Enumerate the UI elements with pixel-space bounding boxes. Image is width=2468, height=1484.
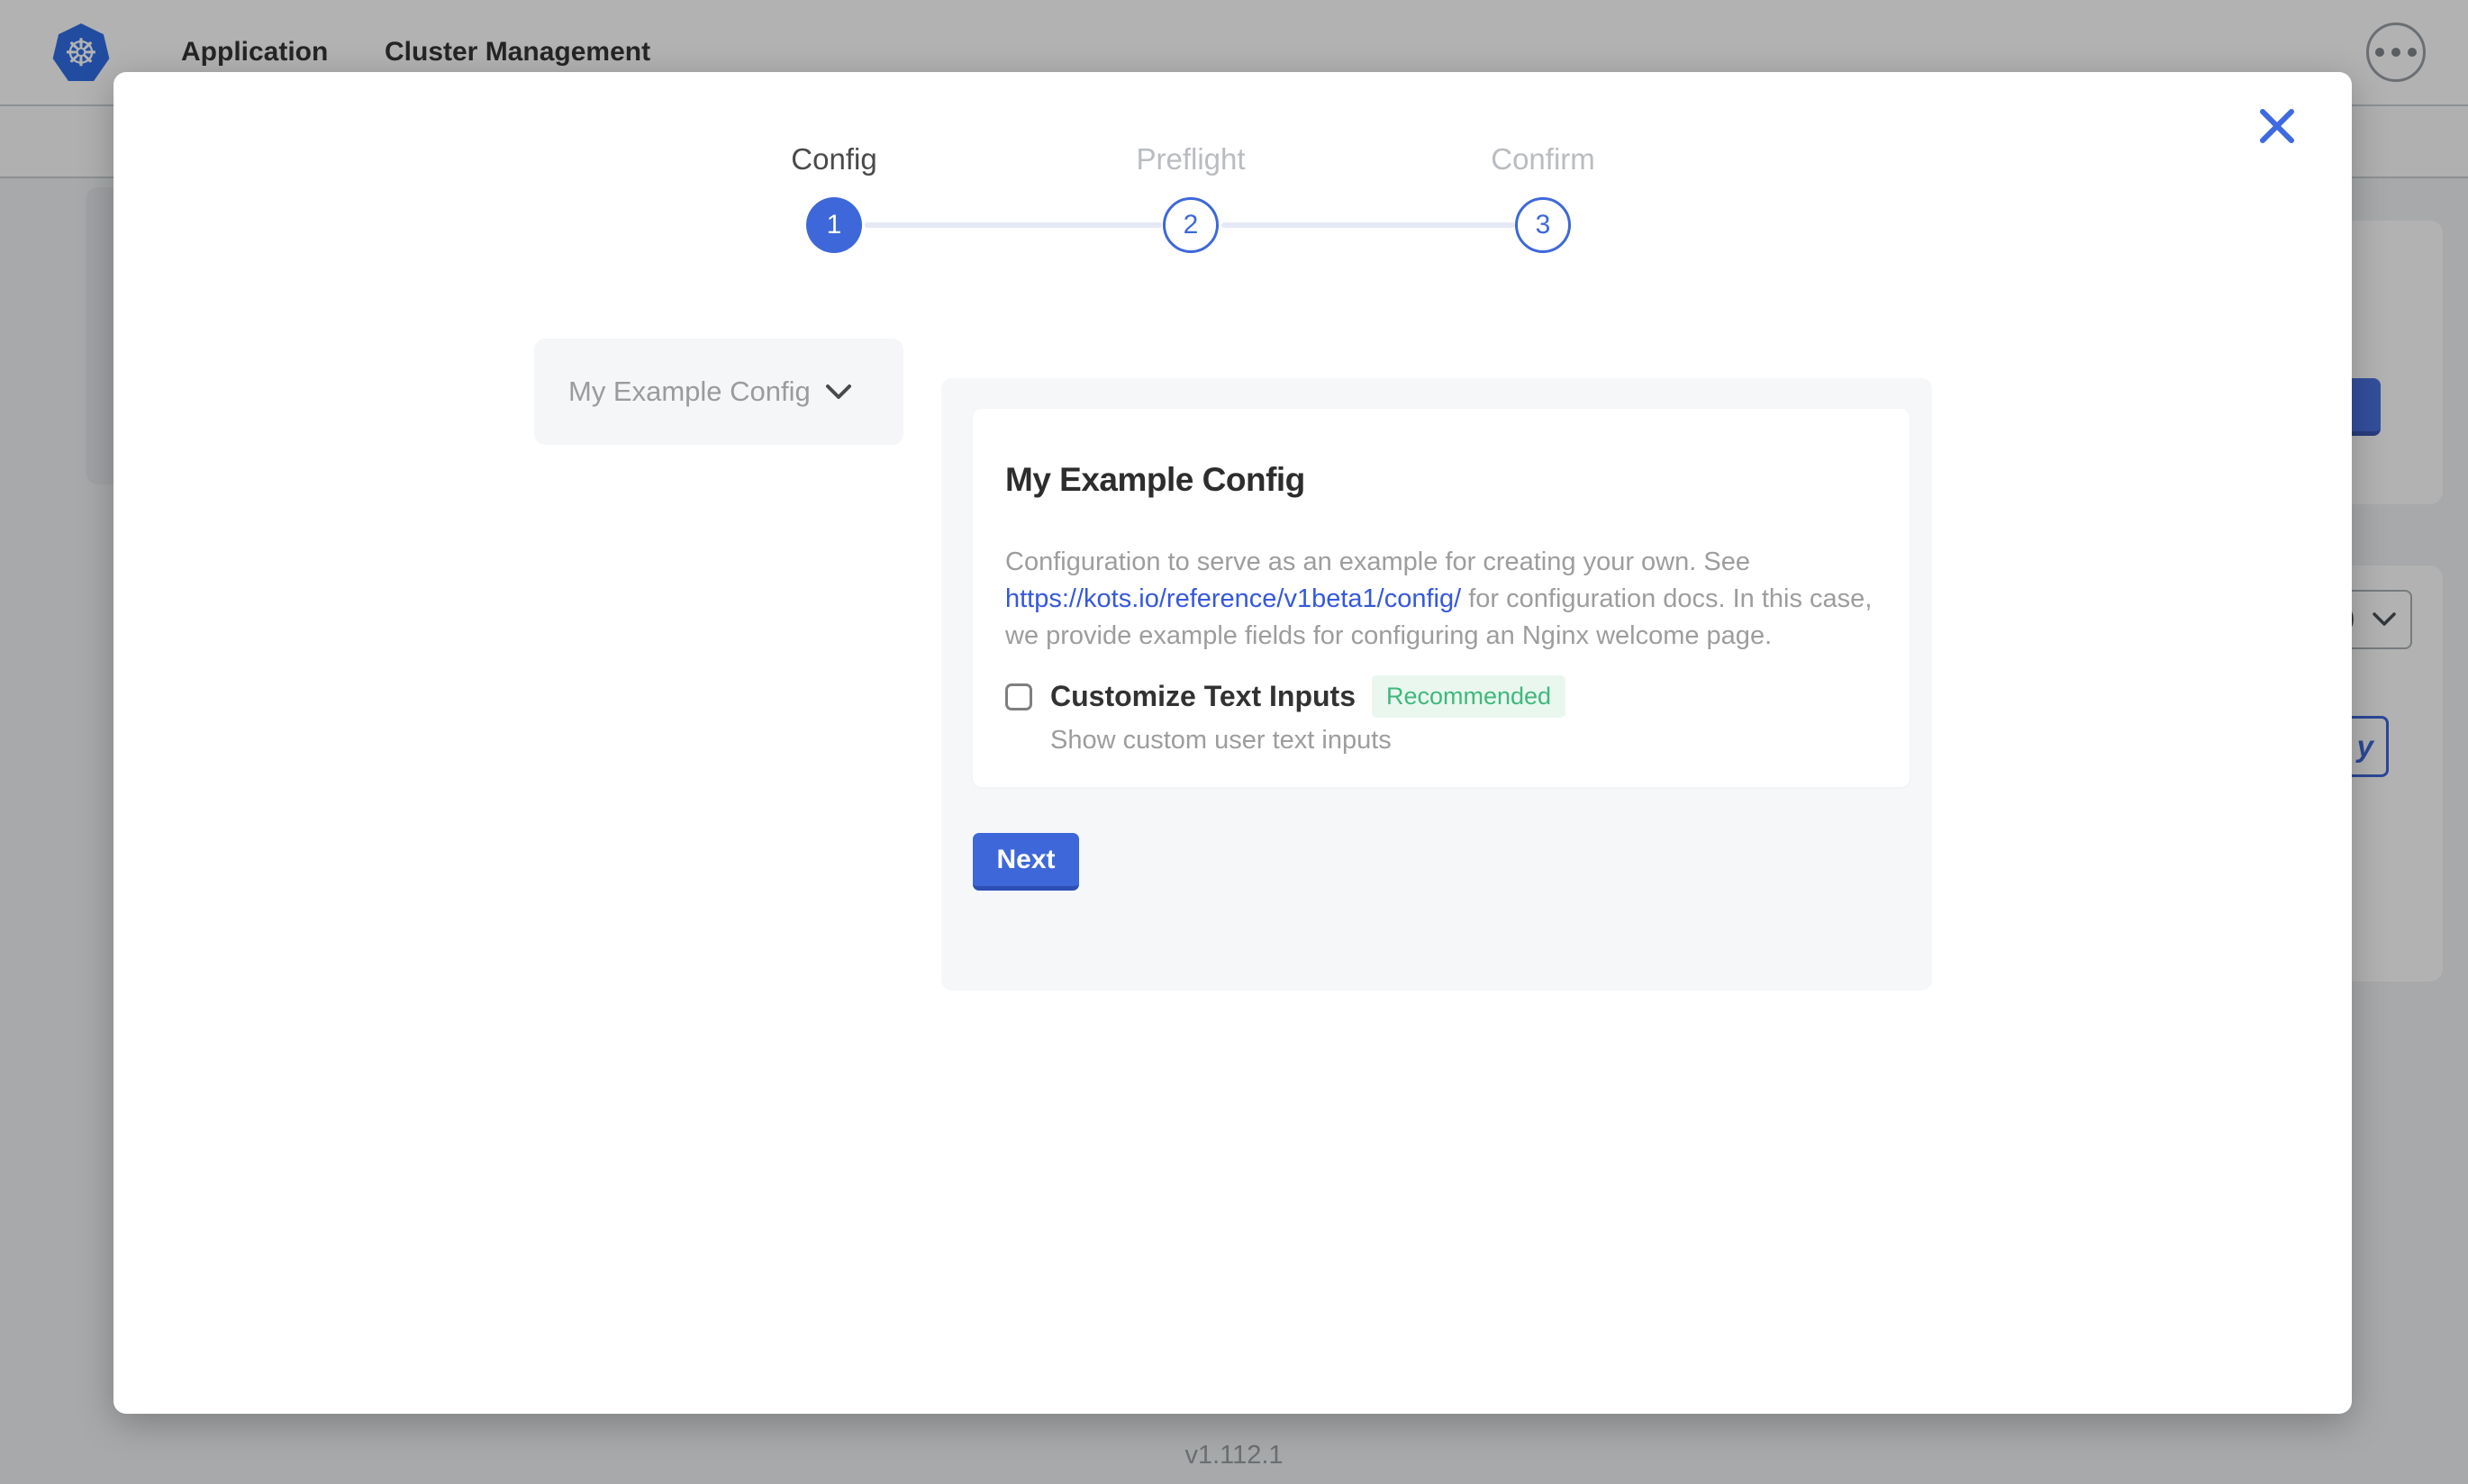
customize-text-inputs-label[interactable]: Customize Text Inputs (1050, 680, 1356, 713)
customize-text-inputs-checkbox[interactable] (1005, 683, 1032, 710)
checkbox-help-text: Show custom user text inputs (1050, 726, 1392, 756)
config-docs-link[interactable]: https://kots.io/reference/v1beta1/config… (1005, 584, 1461, 613)
config-group-description: Configuration to serve as an example for… (1005, 544, 1872, 655)
close-modal-button[interactable] (2255, 104, 2299, 148)
config-group-dropdown-value: My Example Config (568, 376, 811, 408)
step-circle-2[interactable]: 2 (1163, 197, 1219, 253)
config-group-card: My Example Config Configuration to serve… (973, 409, 1910, 787)
step-label-confirm: Confirm (1399, 142, 1687, 176)
description-line-rest: for configuration docs. In this case, (1461, 584, 1872, 613)
step-circle-3[interactable]: 3 (1515, 197, 1571, 253)
kots-admin-console: ☸ Application Cluster Management 0 y v1.… (0, 0, 2468, 1484)
config-panel: My Example Config Configuration to serve… (941, 378, 1932, 991)
next-button[interactable]: Next (973, 833, 1079, 891)
step-connector (1221, 222, 1515, 228)
config-group-title: My Example Config (1005, 461, 1305, 499)
step-circle-1[interactable]: 1 (806, 197, 862, 253)
close-icon (2257, 106, 2297, 146)
description-line: we provide example fields for configurin… (1005, 618, 1872, 655)
customize-text-inputs-row: Customize Text Inputs Recommended (1005, 675, 1565, 718)
recommended-badge: Recommended (1372, 675, 1565, 718)
step-label-preflight: Preflight (1047, 142, 1335, 176)
step-connector (865, 222, 1162, 228)
description-line: https://kots.io/reference/v1beta1/config… (1005, 581, 1872, 618)
description-line: Configuration to serve as an example for… (1005, 544, 1872, 581)
config-group-dropdown[interactable]: My Example Config (534, 339, 903, 445)
chevron-down-icon (825, 384, 852, 401)
step-label-config: Config (690, 142, 978, 176)
config-wizard-modal: Config Preflight Confirm 1 2 3 My Exampl… (113, 72, 2352, 1414)
